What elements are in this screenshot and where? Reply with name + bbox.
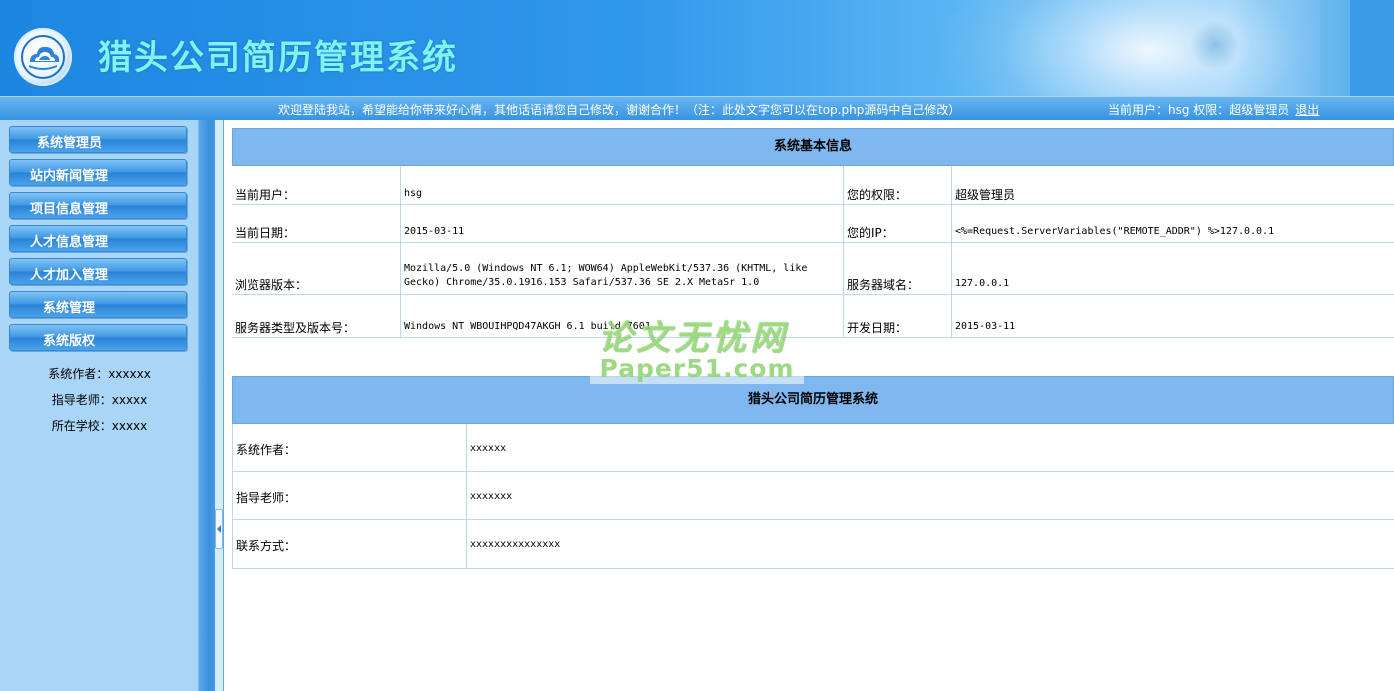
menu-label: 人才信息管理 (30, 235, 109, 250)
table-cell: 联系方式： (232, 520, 467, 569)
ip-value: <%=Request.ServerVariables("REMOTE_ADDR"… (955, 226, 1275, 237)
table-cell: 开发日期： (844, 295, 952, 338)
header-banner: 猎头公司简历管理系统 (0, 0, 1394, 96)
current-user-label: 当前用户： (235, 188, 296, 202)
sidebar: 系统管理员 站内新闻管理 项目信息管理 人才信息管理 人才加入管理 系统管理 系… (0, 120, 199, 691)
banner-edge (1350, 0, 1394, 96)
menu-talent-join[interactable]: 人才加入管理 (9, 258, 187, 285)
arrow-left-icon (217, 525, 221, 533)
sidebar-school: 所在学校：xxxxx (51, 419, 148, 433)
table-cell: xxxxxxxxxxxxxxx (467, 520, 1394, 569)
table-cell: xxxxxx (467, 424, 1394, 472)
basic-info-title: 系统基本信息 (232, 128, 1394, 166)
table-cell: Windows NT WBOUIHPQD47AKGH 6.1 build 760… (401, 295, 844, 338)
user-role-text: 当前用户：hsg 权限：超级管理员 (1108, 103, 1290, 117)
permission-value: 超级管理员 (955, 188, 1016, 202)
menu-label: 项目信息管理 (30, 202, 109, 217)
table-cell: 2015-03-11 (401, 205, 844, 243)
top-info-bar: 欢迎登陆我站，希望能给你带来好心情，其他话语请您自己修改，谢谢合作！（注：此处文… (0, 96, 1394, 120)
menu-site-news[interactable]: 站内新闻管理 (9, 159, 187, 186)
collapse-sidebar-button[interactable] (215, 509, 223, 549)
splitter-strip (215, 120, 223, 691)
table-cell: 浏览器版本： (232, 243, 401, 295)
table-cell: 服务器域名： (844, 243, 952, 295)
table-cell: 您的权限： (844, 166, 952, 205)
ip-label: 您的IP： (847, 226, 894, 240)
server-type-value: Windows NT WBOUIHPQD47AKGH 6.1 build 760… (404, 321, 651, 332)
menu-label: 站内新闻管理 (30, 169, 109, 184)
table-cell: 指导老师： (232, 472, 467, 520)
table-cell: 2015-03-11 (952, 295, 1394, 338)
table-cell: Mozilla/5.0 (Windows NT 6.1; WOW64) Appl… (401, 243, 844, 295)
welcome-message: 欢迎登陆我站，希望能给你带来好心情，其他话语请您自己修改，谢谢合作！（注：此处文… (278, 103, 961, 117)
server-domain-value: 127.0.0.1 (955, 278, 1010, 289)
current-user-info: 当前用户：hsg 权限：超级管理员 退出 (1108, 101, 1319, 118)
menu-project-info[interactable]: 项目信息管理 (9, 192, 187, 219)
table-cell: 127.0.0.1 (952, 243, 1394, 295)
contact-label: 联系方式： (236, 539, 297, 553)
dev-date-value: 2015-03-11 (955, 321, 1016, 332)
table-cell: hsg (401, 166, 844, 205)
server-domain-label: 服务器域名： (847, 278, 920, 292)
table-cell: 服务器类型及版本号： (232, 295, 401, 338)
sidebar-splitter (199, 120, 224, 691)
banner-decoration (940, 0, 1320, 96)
sidebar-author: 系统作者：xxxxxx (48, 367, 151, 381)
app-title: 猎头公司简历管理系统 (98, 38, 458, 78)
current-date-label: 当前日期： (235, 226, 296, 240)
table-cell: 系统作者： (232, 424, 467, 472)
browser-value: Mozilla/5.0 (Windows NT 6.1; WOW64) Appl… (404, 263, 808, 288)
browser-label: 浏览器版本： (235, 278, 308, 292)
menu-system-manage[interactable]: 系统管理 (9, 291, 187, 318)
sidebar-teacher: 指导老师：xxxxx (51, 393, 148, 407)
menu-label: 系统版权 (43, 334, 96, 349)
table-cell: 超级管理员 (952, 166, 1394, 205)
menu-label: 系统管理 (43, 301, 96, 316)
logout-link[interactable]: 退出 (1295, 103, 1319, 117)
author-value: xxxxxx (470, 443, 507, 454)
permission-label: 您的权限： (847, 188, 908, 202)
table-cell: xxxxxxx (467, 472, 1394, 520)
server-type-label: 服务器类型及版本号： (235, 321, 356, 335)
menu-label: 系统管理员 (37, 136, 103, 151)
current-date-value: 2015-03-11 (404, 226, 465, 237)
menu-talent-info[interactable]: 人才信息管理 (9, 225, 187, 252)
menu-copyright[interactable]: 系统版权 (9, 324, 187, 351)
banner-decoration-eye (1180, 10, 1250, 80)
cloud-globe-icon (14, 28, 72, 86)
teacher-label: 指导老师： (236, 491, 297, 505)
author-label: 系统作者： (236, 443, 297, 457)
menu-system-admin[interactable]: 系统管理员 (9, 126, 187, 153)
menu-label: 人才加入管理 (30, 268, 109, 283)
contact-value: xxxxxxxxxxxxxxx (470, 539, 561, 550)
dev-date-label: 开发日期： (847, 321, 908, 335)
table-cell: 当前日期： (232, 205, 401, 243)
teacher-value: xxxxxxx (470, 491, 513, 502)
table-cell: 当前用户： (232, 166, 401, 205)
table-cell: <%=Request.ServerVariables("REMOTE_ADDR"… (952, 205, 1394, 243)
table-cell: 您的IP： (844, 205, 952, 243)
system-info-title: 猎头公司简历管理系统 (232, 376, 1394, 424)
current-user-value: hsg (404, 188, 423, 199)
